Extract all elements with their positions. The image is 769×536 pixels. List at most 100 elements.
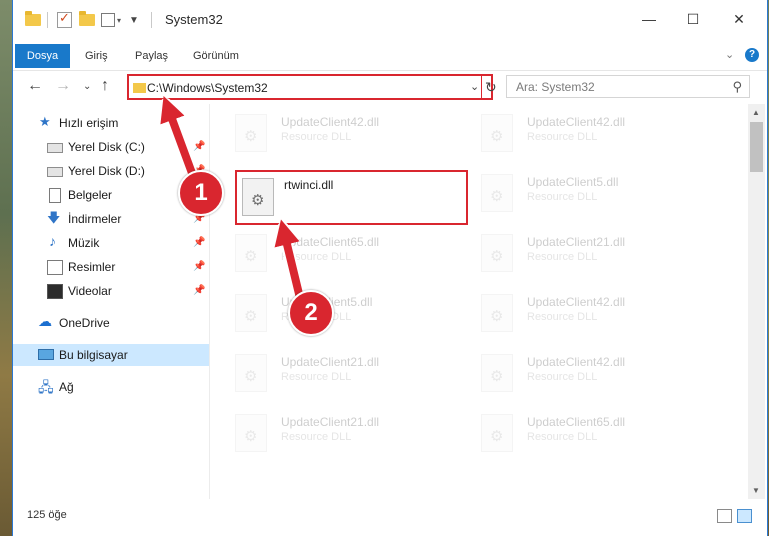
recent-locations-button[interactable]: ⌄ [83, 81, 91, 92]
nav-local-disk-c[interactable]: Yerel Disk (C:) 📌 [13, 136, 209, 158]
status-bar: 125 öğe [13, 502, 767, 530]
tab-share[interactable]: Paylaş [135, 44, 168, 68]
refresh-icon[interactable]: ↻ [481, 76, 497, 98]
nav-downloads[interactable]: 🡇 İndirmeler 📌 [13, 208, 209, 230]
file-type: Resource DLL [281, 251, 352, 263]
file-tile[interactable]: UpdateClient65.dll Resource DLL [211, 228, 443, 278]
nav-network[interactable]: 🖧 Ağ [13, 376, 209, 398]
highlighted-file-name: rtwinci.dll [284, 178, 334, 192]
file-tile[interactable]: UpdateClient21.dll Resource DLL [211, 348, 443, 398]
file-type: Resource DLL [527, 191, 598, 203]
dll-file-icon [481, 234, 513, 272]
nav-label: Belgeler [68, 188, 113, 202]
scroll-down-icon[interactable]: ▼ [752, 486, 760, 495]
pin-icon[interactable]: 📌 [193, 261, 205, 272]
file-tile[interactable]: UpdateClient42.dll Resource DLL [457, 288, 689, 338]
explorer-window: ▾ ▼ System32 — ☐ ✕ Dosya Giriş Paylaş Gö… [12, 0, 768, 536]
up-button[interactable]: ↑ [101, 77, 109, 95]
dll-file-icon [235, 414, 267, 452]
pictures-icon [47, 260, 63, 275]
nav-onedrive[interactable]: ☁ OneDrive [13, 312, 209, 334]
tab-file[interactable]: Dosya [15, 44, 70, 68]
item-count: 125 öğe [27, 509, 67, 521]
search-box[interactable]: Ara: System32 ⚲ [506, 75, 750, 98]
window-title: System32 [165, 12, 223, 27]
help-icon[interactable]: ? [745, 48, 759, 62]
dll-file-icon [481, 414, 513, 452]
pin-icon[interactable]: 📌 [193, 285, 205, 296]
pin-icon[interactable]: 📌 [193, 141, 205, 152]
nav-local-disk-d[interactable]: Yerel Disk (D:) 📌 [13, 160, 209, 182]
videos-icon [47, 284, 63, 299]
maximize-button[interactable]: ☐ [671, 8, 715, 32]
file-name: UpdateClient65.dll [527, 415, 626, 429]
file-tile[interactable]: UpdateClient21.dll Resource DLL [457, 228, 689, 278]
address-dropdown-icon[interactable]: ⌄ [470, 80, 479, 93]
forward-button[interactable]: → [55, 77, 71, 95]
new-folder-icon[interactable] [79, 11, 95, 29]
nav-music[interactable]: ♪ Müzik 📌 [13, 232, 209, 254]
tab-home[interactable]: Giriş [85, 44, 108, 68]
nav-videos[interactable]: Videolar 📌 [13, 280, 209, 302]
nav-label: Yerel Disk (C:) [68, 140, 145, 154]
address-path[interactable]: C:\Windows\System32 [147, 81, 268, 95]
nav-pictures[interactable]: Resimler 📌 [13, 256, 209, 278]
file-name: UpdateClient42.dll [281, 115, 380, 129]
nav-quick-access[interactable]: ★ Hızlı erişim [13, 112, 209, 134]
file-name: UpdateClient21.dll [281, 415, 380, 429]
nav-label: Videolar [68, 284, 112, 298]
highlighted-file-tile[interactable]: rtwinci.dll [235, 170, 468, 225]
pin-icon[interactable]: 📌 [193, 237, 205, 248]
file-tile[interactable]: UpdateClient5.dll Resource DLL [457, 168, 689, 218]
details-view-icon[interactable] [717, 509, 732, 523]
search-icon[interactable]: ⚲ [732, 79, 742, 95]
search-input[interactable]: Ara: System32 [516, 80, 595, 94]
drive-icon [47, 167, 63, 177]
folder-icon [25, 11, 41, 29]
nav-label: İndirmeler [68, 212, 122, 226]
music-icon: ♪ [49, 233, 56, 249]
address-folder-icon [133, 83, 146, 93]
tab-view[interactable]: Görünüm [193, 44, 239, 68]
nav-label: Bu bilgisayar [59, 348, 128, 362]
tiles-view-icon[interactable] [737, 509, 752, 523]
nav-label: Müzik [68, 236, 100, 250]
file-tile[interactable]: UpdateClient42.dll Resource DLL [457, 108, 689, 158]
file-tile[interactable]: UpdateClient42.dll Resource DLL [211, 108, 443, 158]
documents-icon [49, 188, 61, 203]
title-bar: ▾ ▼ System32 — ☐ ✕ [13, 0, 767, 40]
scroll-up-icon[interactable]: ▲ [752, 108, 760, 117]
file-type: Resource DLL [281, 131, 352, 143]
file-name: UpdateClient21.dll [527, 235, 626, 249]
nav-label: OneDrive [59, 316, 110, 330]
dll-file-icon [242, 178, 274, 216]
file-name: UpdateClient42.dll [527, 355, 626, 369]
dll-file-icon [235, 294, 267, 332]
file-name: UpdateClient42.dll [527, 295, 626, 309]
ribbon-expand-icon[interactable]: ⌄ [725, 48, 734, 61]
vertical-scrollbar[interactable]: ▲ ▼ [748, 104, 765, 499]
file-name: UpdateClient65.dll [281, 235, 380, 249]
navigation-pane: ★ Hızlı erişim Yerel Disk (C:) 📌 Yerel D… [13, 104, 210, 499]
nav-this-pc[interactable]: Bu bilgisayar [13, 344, 209, 366]
onedrive-icon: ☁ [38, 313, 52, 329]
close-button[interactable]: ✕ [717, 8, 761, 32]
dll-file-icon [235, 114, 267, 152]
scrollbar-thumb[interactable] [750, 122, 763, 172]
qa-dropdown-icon[interactable]: ▼ [129, 11, 139, 29]
dll-file-icon [481, 294, 513, 332]
nav-label: Hızlı erişim [59, 116, 119, 130]
file-type: Resource DLL [527, 311, 598, 323]
minimize-button[interactable]: — [627, 8, 671, 32]
dll-file-icon [235, 354, 267, 392]
file-tile[interactable]: UpdateClient42.dll Resource DLL [457, 348, 689, 398]
customize-qa-icon[interactable]: ▾ [101, 11, 121, 29]
file-tile[interactable]: UpdateClient65.dll Resource DLL [457, 408, 689, 458]
back-button[interactable]: ← [27, 77, 43, 95]
this-pc-icon [38, 349, 54, 360]
file-name: UpdateClient21.dll [281, 355, 380, 369]
file-tile[interactable]: UpdateClient21.dll Resource DLL [211, 408, 443, 458]
file-type: Resource DLL [527, 251, 598, 263]
properties-icon[interactable] [57, 10, 72, 29]
address-bar[interactable]: C:\Windows\System32 ⌄ ↻ [127, 74, 497, 100]
